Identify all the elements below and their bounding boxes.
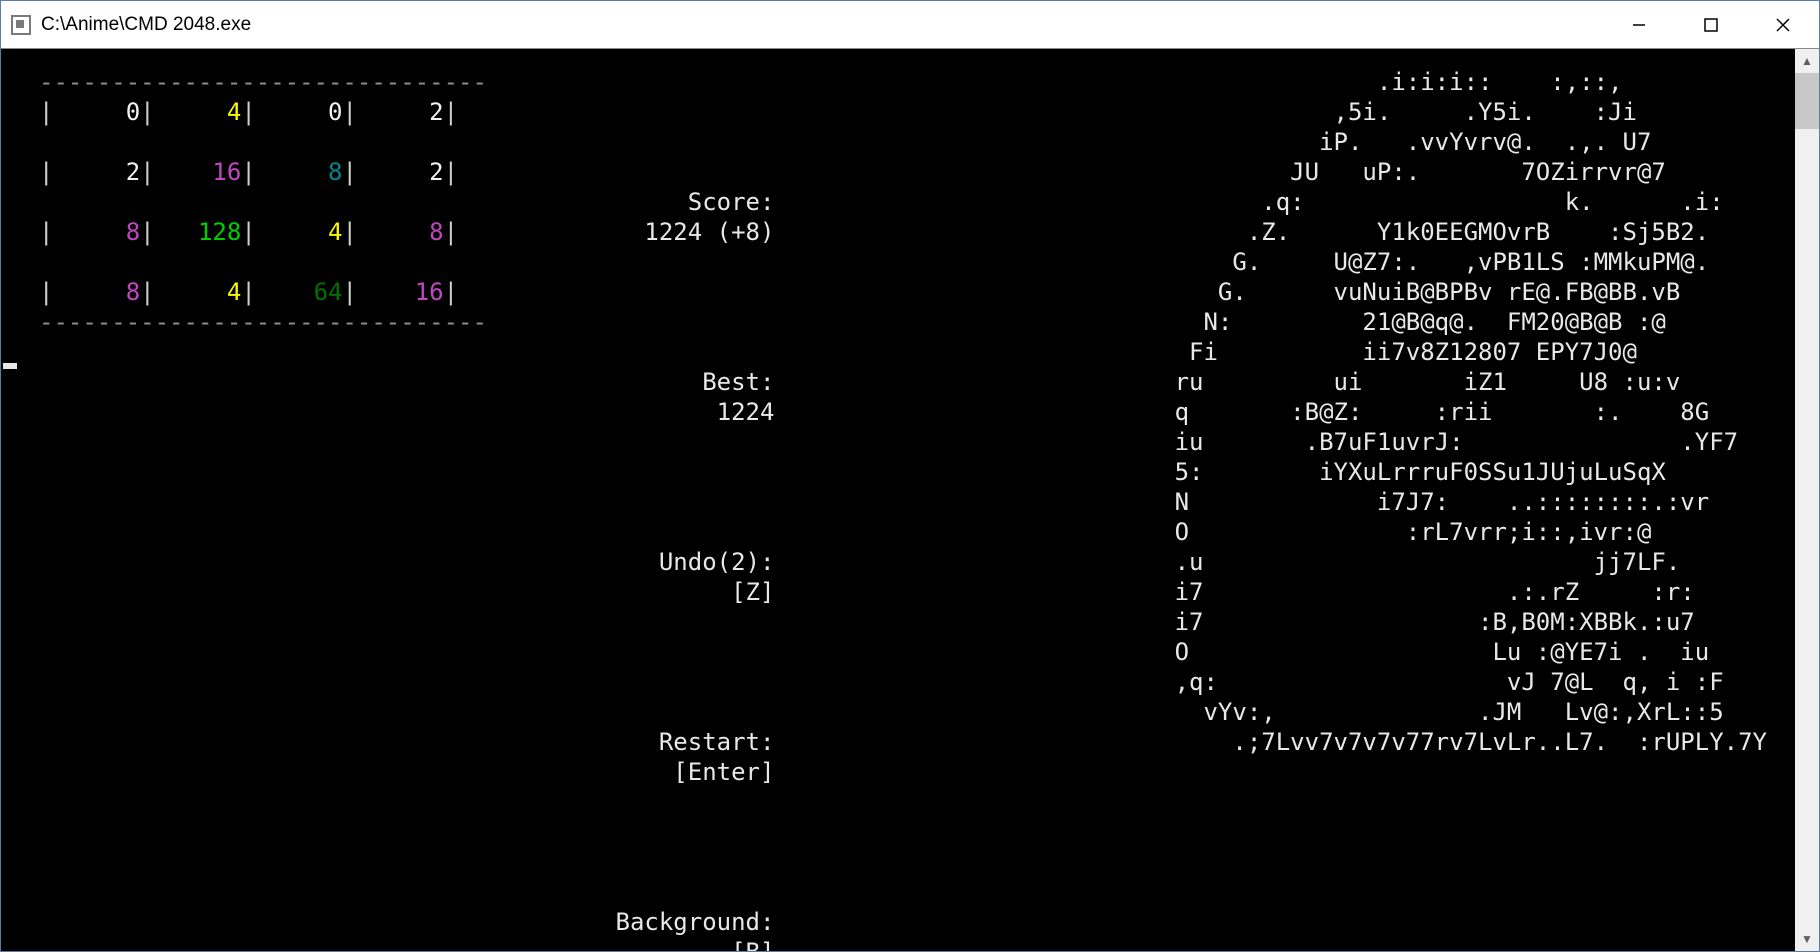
grid-row: | 2| 16| 8| 2| — [39, 157, 487, 187]
undo-key: [Z] — [731, 577, 774, 607]
maximize-button[interactable] — [1675, 1, 1747, 48]
grid-row: | 0| 4| 0| 2| — [39, 97, 487, 127]
window-controls — [1603, 1, 1819, 48]
app-window: C:\Anime\CMD 2048.exe ------------------… — [0, 0, 1820, 952]
scroll-up-icon[interactable]: ▲ — [1795, 49, 1819, 73]
grid-border: ------------------------------- — [39, 307, 487, 337]
restart-label: Restart: — [618, 727, 774, 757]
titlebar[interactable]: C:\Anime\CMD 2048.exe — [1, 1, 1819, 49]
best-value: 1224 — [717, 397, 775, 427]
cell-1-3: 2 — [357, 158, 444, 186]
background-key: [B] — [731, 937, 774, 951]
info-panel: Score: 1224 (+8) Best: 1224 Undo(2): [Z]… — [471, 97, 774, 951]
cell-3-0: 8 — [53, 278, 140, 306]
cell-1-1: 16 — [155, 158, 242, 186]
close-button[interactable] — [1747, 1, 1819, 48]
game-grid: -------------------------------| 0| 4| 0… — [39, 67, 487, 337]
cell-0-0: 0 — [53, 98, 140, 126]
cell-3-2: 64 — [256, 278, 343, 306]
cell-3-3: 16 — [357, 278, 444, 306]
grid-row: | 8| 4| 64| 16| — [39, 277, 487, 307]
cell-2-3: 8 — [357, 218, 444, 246]
cell-0-1: 4 — [155, 98, 242, 126]
client-area: -------------------------------| 0| 4| 0… — [1, 49, 1819, 951]
scroll-down-icon[interactable]: ▼ — [1795, 927, 1819, 951]
cell-2-0: 8 — [53, 218, 140, 246]
app-icon — [11, 15, 31, 35]
vertical-scrollbar[interactable]: ▲ ▼ — [1795, 49, 1819, 951]
minimize-button[interactable] — [1603, 1, 1675, 48]
restart-key: [Enter] — [673, 757, 774, 787]
cursor — [3, 363, 17, 369]
background-label: Background: — [616, 907, 775, 937]
score-value: 1224 (+8) — [644, 217, 774, 247]
cell-2-1: 128 — [155, 218, 242, 246]
cell-1-0: 2 — [53, 158, 140, 186]
ascii-art: .i:i:i:: :,::, ,5i. .Y5i. :Ji iP. .vvYvr… — [1175, 67, 1767, 757]
cell-0-3: 2 — [357, 98, 444, 126]
undo-label: Undo(2): — [618, 547, 774, 577]
window-title: C:\Anime\CMD 2048.exe — [41, 14, 1603, 36]
cell-2-2: 4 — [256, 218, 343, 246]
cell-1-2: 8 — [256, 158, 343, 186]
score-label: Score: — [618, 187, 774, 217]
cell-3-1: 4 — [155, 278, 242, 306]
cell-0-2: 0 — [256, 98, 343, 126]
grid-border: ------------------------------- — [39, 67, 487, 97]
scroll-thumb[interactable] — [1795, 73, 1819, 129]
grid-row: | 8| 128| 4| 8| — [39, 217, 487, 247]
console[interactable]: -------------------------------| 0| 4| 0… — [1, 49, 1795, 951]
best-label: Best: — [618, 367, 774, 397]
